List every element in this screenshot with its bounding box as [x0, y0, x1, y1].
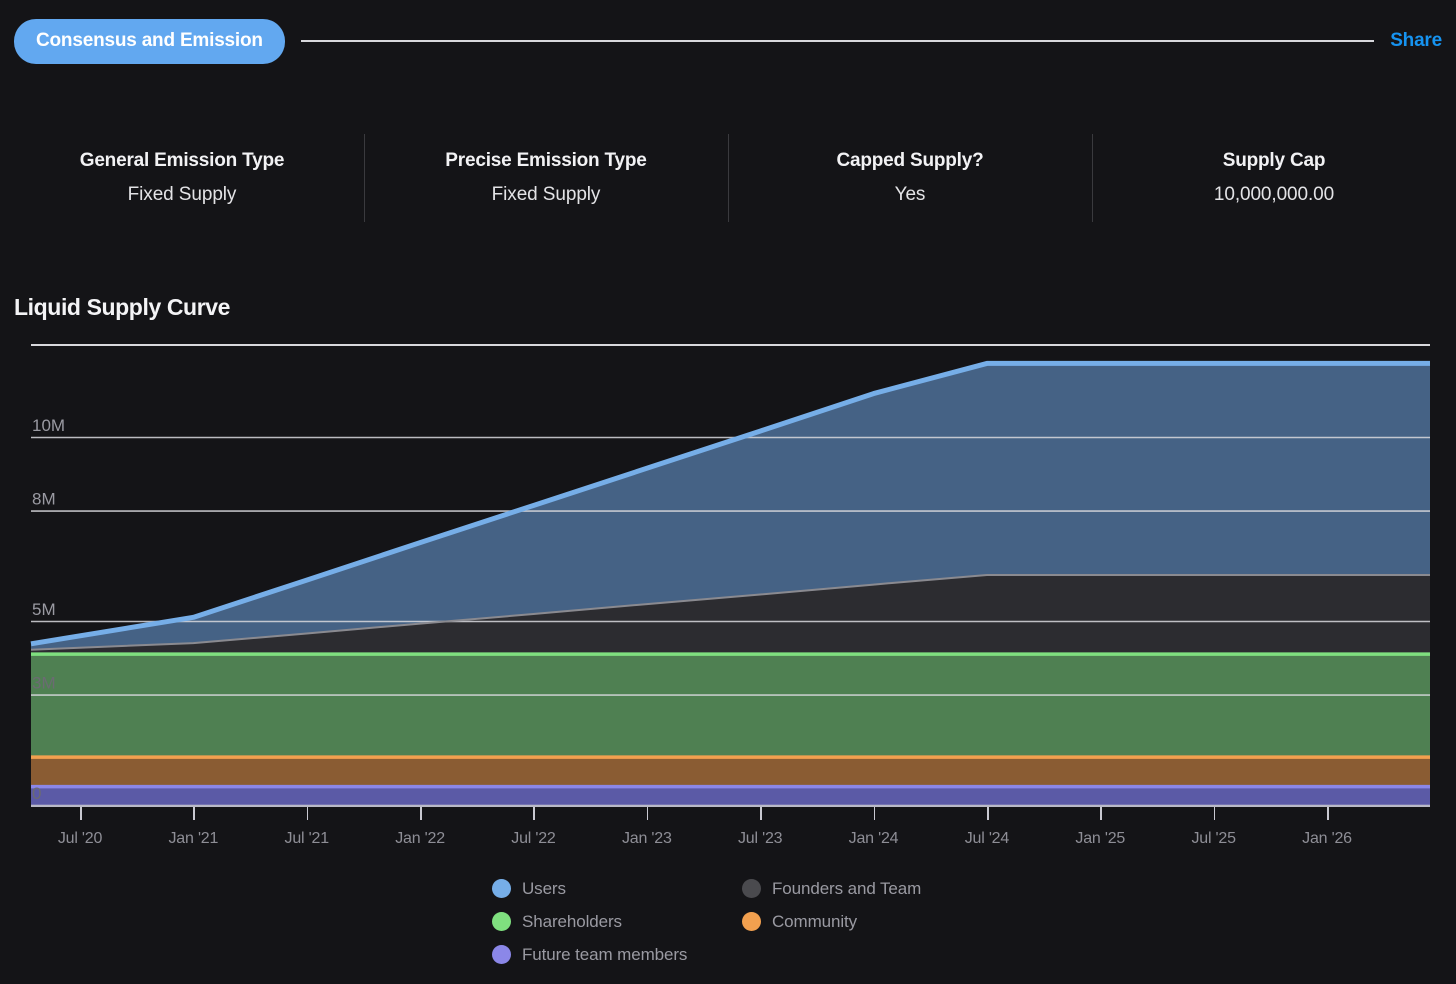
legend-label: Shareholders — [522, 912, 622, 932]
y-axis-tick-label: 8M — [32, 490, 56, 509]
x-axis-tick-label: Jan '25 — [1075, 830, 1125, 848]
stat-supply-cap: Supply Cap 10,000,000.00 — [1092, 126, 1456, 230]
legend-label: Community — [772, 912, 857, 932]
share-link[interactable]: Share — [1390, 30, 1442, 52]
legend-item-future-team-members[interactable]: Future team members — [492, 938, 742, 971]
section-pill-consensus-and-emission[interactable]: Consensus and Emission — [14, 19, 285, 64]
stat-value: Fixed Supply — [128, 184, 237, 206]
x-axis-baseline — [31, 805, 1430, 807]
consensus-and-emission-page: Consensus and Emission Share General Emi… — [0, 0, 1456, 984]
x-axis-tick-mark — [874, 806, 876, 820]
x-axis-tick-mark — [307, 806, 309, 820]
area-series-future-team-members — [31, 787, 1430, 805]
stat-capped-supply: Capped Supply? Yes — [728, 126, 1092, 230]
x-axis-tick-label: Jul '24 — [965, 830, 1009, 848]
legend-swatch-icon — [492, 912, 511, 931]
legend-swatch-icon — [492, 945, 511, 964]
legend-swatch-icon — [742, 912, 761, 931]
x-axis-tick-label: Jul '22 — [511, 830, 555, 848]
stat-precise-emission-type: Precise Emission Type Fixed Supply — [364, 126, 728, 230]
header-divider-rule — [301, 40, 1374, 42]
y-axis-tick-label: 5M — [32, 600, 56, 619]
x-axis-tick-label: Jan '22 — [395, 830, 445, 848]
x-axis-tick-label: Jan '26 — [1302, 830, 1352, 848]
legend-item-founders-and-team[interactable]: Founders and Team — [742, 872, 992, 905]
x-axis-tick-mark — [193, 806, 195, 820]
x-axis-tick-mark — [1214, 806, 1216, 820]
x-axis-tick-mark — [1327, 806, 1329, 820]
x-axis-tick-mark — [420, 806, 422, 820]
legend-label: Future team members — [522, 945, 687, 965]
x-axis-tick-mark — [647, 806, 649, 820]
legend-item-community[interactable]: Community — [742, 905, 992, 938]
legend-label: Founders and Team — [772, 879, 921, 899]
stat-value: Fixed Supply — [492, 184, 601, 206]
x-axis-tick-mark — [533, 806, 535, 820]
y-axis-tick-label: 10M — [32, 416, 65, 435]
legend-swatch-icon — [742, 879, 761, 898]
x-axis-tick-mark — [987, 806, 989, 820]
stat-label: Capped Supply? — [836, 150, 983, 172]
x-axis-tick-mark — [1100, 806, 1102, 820]
chart-title-rule — [31, 344, 1430, 346]
emission-stats-strip: General Emission Type Fixed Supply Preci… — [0, 126, 1456, 230]
legend-swatch-icon — [492, 879, 511, 898]
area-series-shareholders — [31, 654, 1430, 757]
legend-item-users[interactable]: Users — [492, 872, 742, 905]
x-axis-tick-label: Jul '25 — [1191, 830, 1235, 848]
legend-label: Users — [522, 879, 566, 899]
chart-legend: Users Founders and Team Shareholders Com… — [492, 872, 992, 971]
chart-title: Liquid Supply Curve — [14, 294, 230, 321]
x-axis-tick-mark — [80, 806, 82, 820]
area-series-community — [31, 757, 1430, 786]
x-axis-tick-mark — [760, 806, 762, 820]
stat-label: Supply Cap — [1223, 150, 1326, 172]
stat-label: General Emission Type — [80, 150, 285, 172]
x-axis-tick-label: Jul '20 — [58, 830, 102, 848]
x-axis-tick-label: Jan '21 — [169, 830, 219, 848]
legend-item-shareholders[interactable]: Shareholders — [492, 905, 742, 938]
x-axis-tick-label: Jan '23 — [622, 830, 672, 848]
stat-label: Precise Emission Type — [445, 150, 646, 172]
stat-value: 10,000,000.00 — [1214, 184, 1334, 206]
stat-value: Yes — [895, 184, 926, 206]
y-axis-tick-label: 3M — [32, 674, 56, 693]
x-axis-tick-label: Jan '24 — [849, 830, 899, 848]
x-axis-tick-label: Jul '23 — [738, 830, 782, 848]
x-axis: Jul '20 Jan '21 Jul '21 Jan '22 Jul '22 Jan '… — [0, 818, 1456, 864]
page-header: Consensus and Emission Share — [0, 0, 1456, 82]
y-axis-tick-label: 0 — [32, 784, 41, 803]
chart-plot-area: 0 3M 5M 8M 10M — [0, 360, 1456, 830]
x-axis-tick-label: Jul '21 — [285, 830, 329, 848]
stat-general-emission-type: General Emission Type Fixed Supply — [0, 126, 364, 230]
liquid-supply-curve-chart: 0 3M 5M 8M 10M — [0, 360, 1456, 830]
